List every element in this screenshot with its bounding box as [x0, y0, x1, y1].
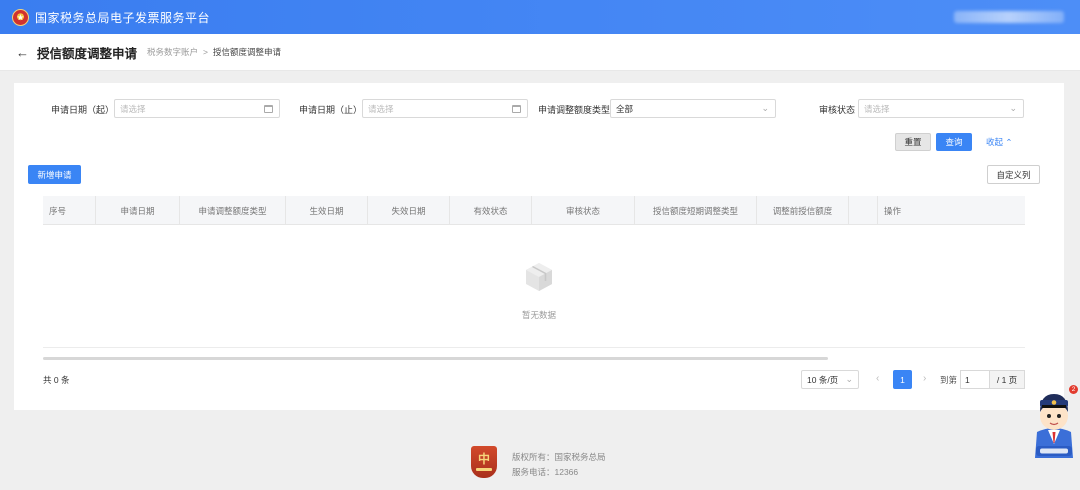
tax-assistant-avatar-icon[interactable] [1031, 388, 1077, 458]
breadcrumb-current: 授信额度调整申请 [213, 47, 282, 57]
column-header: 失效日期 [368, 196, 450, 225]
footer-copyright: 版权所有：国家税务总局 [512, 452, 606, 462]
custom-columns-button[interactable]: 自定义列 [987, 165, 1040, 184]
apply-date-start-label: 申请日期（起） [51, 105, 115, 115]
column-header [849, 196, 878, 225]
calendar-icon [264, 105, 273, 113]
chevron-down-icon: ⌄ [845, 374, 853, 384]
goto-page-input[interactable]: 1 [960, 370, 989, 389]
column-header: 操作 [884, 205, 902, 216]
empty-state-text: 暂无数据 [521, 310, 556, 320]
breadcrumb: ← 授信额度调整申请 税务数字账户 > 授信额度调整申请 [0, 34, 1080, 71]
adjust-type-label: 申请调整额度类型 [538, 105, 611, 115]
page-size-select[interactable]: 10 条/页 ⌄ [801, 370, 859, 389]
column-header: 授信额度短期调整类型 [635, 196, 757, 225]
column-header: 申请日期 [96, 196, 180, 225]
main-card: 申请日期（起） 请选择 申请日期（止） 请选择 申请调整额度类型 全部 ⌄ 审核… [14, 83, 1064, 410]
apply-date-end-input[interactable]: 请选择 [362, 99, 528, 118]
calendar-icon [512, 105, 521, 113]
breadcrumb-separator: > [203, 47, 208, 57]
chevron-down-icon: ⌄ [1009, 103, 1017, 113]
review-status-select[interactable]: 请选择 ⌄ [858, 99, 1024, 118]
query-button[interactable]: 查询 [936, 133, 972, 151]
notification-badge: 2 [1069, 385, 1078, 394]
platform-title: 国家税务总局电子发票服务平台 [35, 10, 211, 25]
review-status-label: 审核状态 [819, 105, 856, 115]
footer-service-tel: 服务电话：12366 [512, 467, 579, 477]
total-count: 共 0 条 [43, 375, 70, 385]
column-header: 生效日期 [286, 196, 368, 225]
empty-box-icon [526, 263, 552, 291]
adjust-type-select[interactable]: 全部 ⌄ [610, 99, 776, 118]
reset-button[interactable]: 重置 [895, 133, 931, 151]
breadcrumb-parent[interactable]: 税务数字账户 [147, 46, 198, 58]
column-header: 申请调整额度类型 [180, 196, 286, 225]
column-header: 序号 [43, 196, 96, 225]
new-apply-button[interactable]: 新增申请 [28, 165, 81, 184]
national-emblem-icon: ★ [12, 8, 29, 26]
prev-page-icon[interactable]: ‹ [876, 373, 879, 384]
goto-label: 到第 [940, 375, 958, 385]
column-header: 审核状态 [532, 196, 635, 225]
page-number-current[interactable]: 1 [893, 370, 912, 389]
horizontal-scrollbar[interactable] [43, 357, 828, 360]
tax-logo-icon: 中 [471, 446, 497, 478]
total-pages: / 1 页 [989, 370, 1025, 389]
page-title: 授信额度调整申请 [37, 46, 138, 61]
back-arrow-icon[interactable]: ← [16, 45, 29, 60]
column-header: 调整前授信额度 [757, 196, 849, 225]
user-info-blurred[interactable] [954, 11, 1064, 23]
next-page-icon[interactable]: › [923, 373, 926, 384]
apply-date-end-label: 申请日期（止） [299, 105, 363, 115]
collapse-link[interactable]: 收起 ⌃ [986, 136, 1012, 148]
table-header: 序号 申请日期 申请调整额度类型 生效日期 失效日期 有效状态 审核状态 授信额… [43, 196, 1025, 225]
top-header: ★ 国家税务总局电子发票服务平台 [0, 0, 1080, 34]
table-divider [43, 347, 1025, 348]
chevron-down-icon: ⌄ [761, 103, 769, 113]
apply-date-start-input[interactable]: 请选择 [114, 99, 280, 118]
column-header: 有效状态 [450, 196, 532, 225]
